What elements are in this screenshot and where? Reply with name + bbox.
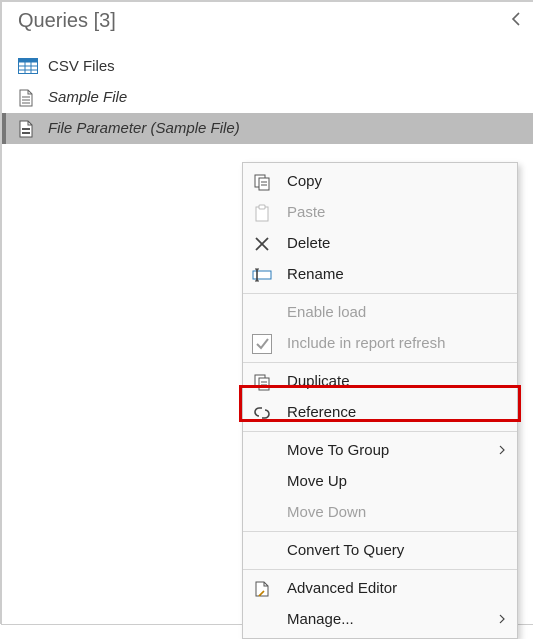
menu-label: Move To Group [287,442,499,459]
submenu-arrow-icon [499,613,505,627]
blank-icon [251,540,273,562]
menu-separator [243,569,517,570]
menu-label: Convert To Query [287,542,505,559]
reference-icon [251,402,273,424]
menu-separator [243,293,517,294]
menu-label: Move Up [287,473,505,490]
query-item-label: File Parameter (Sample File) [48,120,240,137]
menu-enable-load: Enable load [243,297,517,328]
menu-label: Advanced Editor [287,580,505,597]
menu-label: Rename [287,266,505,283]
menu-convert-to-query[interactable]: Convert To Query [243,535,517,566]
submenu-arrow-icon [499,444,505,458]
menu-label: Reference [287,404,505,421]
queries-panel-title: Queries [3] [18,10,116,33]
menu-separator [243,362,517,363]
advanced-editor-icon [251,578,273,600]
rename-icon [251,264,273,286]
query-item-file-parameter[interactable]: File Parameter (Sample File) [2,113,533,144]
query-item-label: CSV Files [48,58,115,75]
delete-icon [251,233,273,255]
menu-label: Paste [287,204,505,221]
blank-icon [251,609,273,631]
parameter-icon [18,120,38,138]
menu-rename[interactable]: Rename [243,259,517,290]
menu-manage[interactable]: Manage... [243,604,517,635]
menu-label: Include in report refresh [287,335,505,352]
menu-label: Move Down [287,504,505,521]
checkbox-checked-icon [251,333,273,355]
query-item-sample-file[interactable]: Sample File [2,82,533,113]
menu-duplicate[interactable]: Duplicate [243,366,517,397]
menu-reference[interactable]: Reference [243,397,517,428]
menu-delete[interactable]: Delete [243,228,517,259]
menu-move-to-group[interactable]: Move To Group [243,435,517,466]
table-icon [18,58,38,76]
menu-separator [243,431,517,432]
collapse-panel-icon[interactable] [511,11,523,32]
menu-label: Manage... [287,611,499,628]
menu-paste: Paste [243,197,517,228]
query-item-csv-files[interactable]: CSV Files [2,51,533,82]
menu-advanced-editor[interactable]: Advanced Editor [243,573,517,604]
menu-move-down: Move Down [243,497,517,528]
menu-include-report-refresh: Include in report refresh [243,328,517,359]
blank-icon [251,302,273,324]
document-icon [18,89,38,107]
menu-move-up[interactable]: Move Up [243,466,517,497]
query-item-label: Sample File [48,89,127,106]
queries-panel-header: Queries [3] [2,2,533,41]
context-menu: Copy Paste Delete [242,162,518,639]
query-list: CSV Files Sample File [2,51,533,144]
paste-icon [251,202,273,224]
blank-icon [251,502,273,524]
menu-label: Duplicate [287,373,505,390]
blank-icon [251,471,273,493]
menu-label: Delete [287,235,505,252]
menu-copy[interactable]: Copy [243,166,517,197]
menu-label: Copy [287,173,505,190]
copy-icon [251,171,273,193]
blank-icon [251,440,273,462]
menu-label: Enable load [287,304,505,321]
menu-separator [243,531,517,532]
duplicate-icon [251,371,273,393]
